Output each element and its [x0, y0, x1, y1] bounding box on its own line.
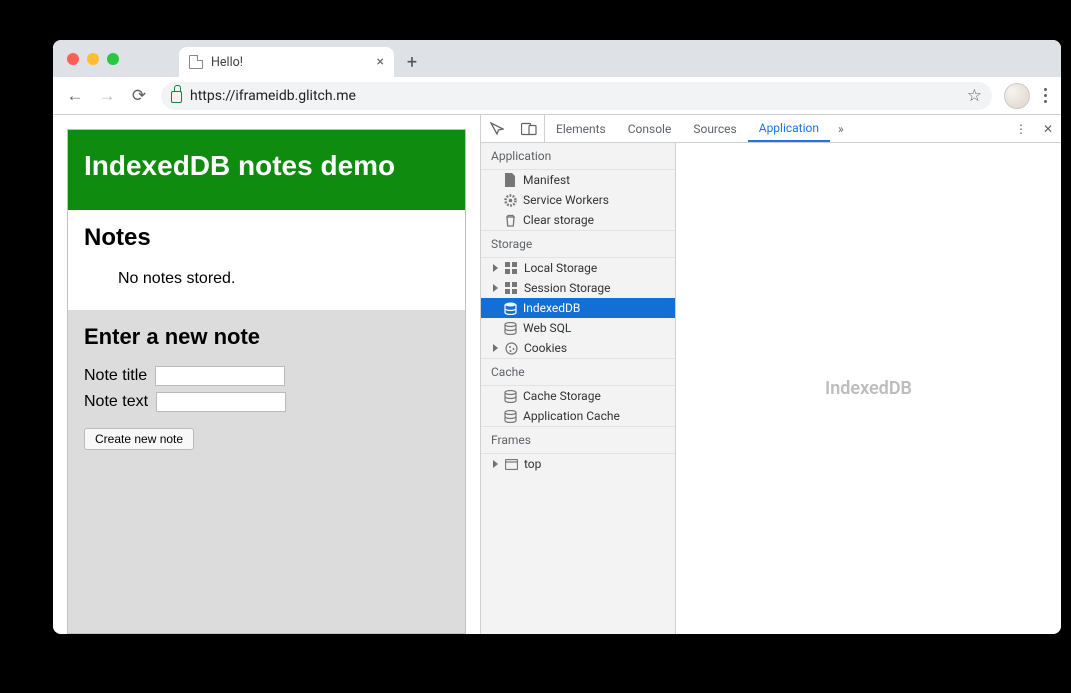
new-tab-button[interactable]: +: [398, 48, 426, 76]
devtools-panel: Elements Console Sources Application » ⋮…: [480, 115, 1061, 634]
reload-button[interactable]: ⟳: [125, 82, 153, 110]
sidebar-item-session-storage[interactable]: Session Storage: [481, 278, 675, 298]
sidebar-item-indexeddb[interactable]: IndexedDB: [481, 298, 675, 318]
database-icon: [503, 389, 517, 403]
note-text-input[interactable]: [156, 392, 286, 412]
devtools-main-pane: IndexedDB: [676, 143, 1061, 634]
tab-console[interactable]: Console: [617, 115, 683, 142]
tab-sources[interactable]: Sources: [682, 115, 747, 142]
trash-icon: [503, 213, 517, 227]
gear-icon: [503, 193, 517, 207]
device-toolbar-button[interactable]: [513, 115, 545, 142]
expand-icon: [493, 344, 498, 352]
content-area: IndexedDB notes demo Notes No notes stor…: [53, 115, 1061, 634]
tab-title: Hello!: [211, 55, 243, 70]
profile-avatar[interactable]: [1004, 83, 1030, 109]
database-icon: [503, 301, 517, 315]
notes-heading: Notes: [84, 224, 449, 252]
section-storage-heading: Storage: [481, 230, 675, 258]
application-sidebar: Application Manifest Service Workers Cle…: [481, 143, 676, 634]
grid-icon: [504, 261, 518, 275]
sidebar-item-web-sql[interactable]: Web SQL: [481, 318, 675, 338]
notes-section: Notes No notes stored.: [68, 210, 465, 310]
sidebar-item-label: Cache Storage: [523, 389, 601, 403]
sidebar-item-frames-top[interactable]: top: [481, 454, 675, 474]
sidebar-item-label: Clear storage: [523, 213, 594, 227]
tab-strip: Hello! × +: [53, 40, 1061, 77]
address-bar[interactable]: https://iframeidb.glitch.me ☆: [161, 82, 992, 110]
sidebar-item-cache-storage[interactable]: Cache Storage: [481, 386, 675, 406]
url-text: https://iframeidb.glitch.me: [190, 88, 356, 104]
tab-application[interactable]: Application: [748, 115, 830, 142]
inspect-element-button[interactable]: [481, 115, 513, 142]
section-frames-heading: Frames: [481, 426, 675, 454]
sidebar-item-cookies[interactable]: Cookies: [481, 338, 675, 358]
browser-toolbar: ← → ⟳ https://iframeidb.glitch.me ☆: [53, 77, 1061, 115]
more-tabs-button[interactable]: »: [830, 115, 852, 142]
main-placeholder-text: IndexedDB: [825, 378, 912, 399]
window-controls: [67, 53, 119, 65]
sidebar-item-label: top: [524, 457, 541, 471]
sidebar-item-label: Cookies: [524, 341, 567, 355]
rendered-page: IndexedDB notes demo Notes No notes stor…: [53, 115, 480, 634]
note-title-input[interactable]: [155, 366, 285, 386]
browser-tab[interactable]: Hello! ×: [179, 47, 394, 77]
tab-elements[interactable]: Elements: [545, 115, 617, 142]
sidebar-item-application-cache[interactable]: Application Cache: [481, 406, 675, 426]
sidebar-item-local-storage[interactable]: Local Storage: [481, 258, 675, 278]
new-note-form: Enter a new note Note title Note text Cr…: [68, 310, 465, 633]
sidebar-item-label: Local Storage: [524, 261, 597, 275]
file-icon: [189, 55, 203, 69]
devtools-body: Application Manifest Service Workers Cle…: [481, 143, 1061, 634]
maximize-window-button[interactable]: [107, 53, 119, 65]
forward-button[interactable]: →: [93, 82, 121, 110]
grid-icon: [504, 281, 518, 295]
back-button[interactable]: ←: [61, 82, 89, 110]
frame-icon: [504, 457, 518, 471]
browser-menu-button[interactable]: [1038, 82, 1053, 109]
notes-empty-text: No notes stored.: [118, 270, 449, 288]
sidebar-item-label: Web SQL: [523, 321, 571, 335]
expand-icon: [493, 460, 498, 468]
close-tab-button[interactable]: ×: [377, 54, 384, 70]
sidebar-item-label: Session Storage: [524, 281, 610, 295]
browser-window: Hello! × + ← → ⟳ https://iframeidb.glitc…: [53, 40, 1061, 634]
devtools-close-button[interactable]: ✕: [1035, 122, 1061, 136]
cookie-icon: [504, 341, 518, 355]
demo-app: IndexedDB notes demo Notes No notes stor…: [67, 129, 466, 634]
note-text-label: Note text: [84, 393, 148, 411]
expand-icon: [493, 284, 498, 292]
bookmark-star-icon[interactable]: ☆: [967, 86, 982, 106]
sidebar-item-label: Service Workers: [523, 193, 609, 207]
sidebar-item-label: IndexedDB: [523, 301, 580, 315]
sidebar-item-label: Application Cache: [523, 409, 620, 423]
database-icon: [503, 321, 517, 335]
sidebar-item-service-workers[interactable]: Service Workers: [481, 190, 675, 210]
minimize-window-button[interactable]: [87, 53, 99, 65]
form-heading: Enter a new note: [84, 324, 449, 350]
devtools-menu-button[interactable]: ⋮: [1007, 122, 1035, 136]
devtools-tabbar: Elements Console Sources Application » ⋮…: [481, 115, 1061, 143]
sidebar-item-manifest[interactable]: Manifest: [481, 170, 675, 190]
note-title-label: Note title: [84, 367, 147, 385]
demo-title: IndexedDB notes demo: [84, 150, 395, 181]
document-icon: [503, 173, 517, 187]
expand-icon: [493, 264, 498, 272]
create-note-button[interactable]: Create new note: [84, 428, 194, 450]
database-icon: [503, 409, 517, 423]
sidebar-item-clear-storage[interactable]: Clear storage: [481, 210, 675, 230]
section-cache-heading: Cache: [481, 358, 675, 386]
close-window-button[interactable]: [67, 53, 79, 65]
demo-header: IndexedDB notes demo: [68, 130, 465, 210]
section-application-heading: Application: [481, 143, 675, 170]
sidebar-item-label: Manifest: [523, 173, 570, 187]
lock-icon: [171, 91, 182, 103]
